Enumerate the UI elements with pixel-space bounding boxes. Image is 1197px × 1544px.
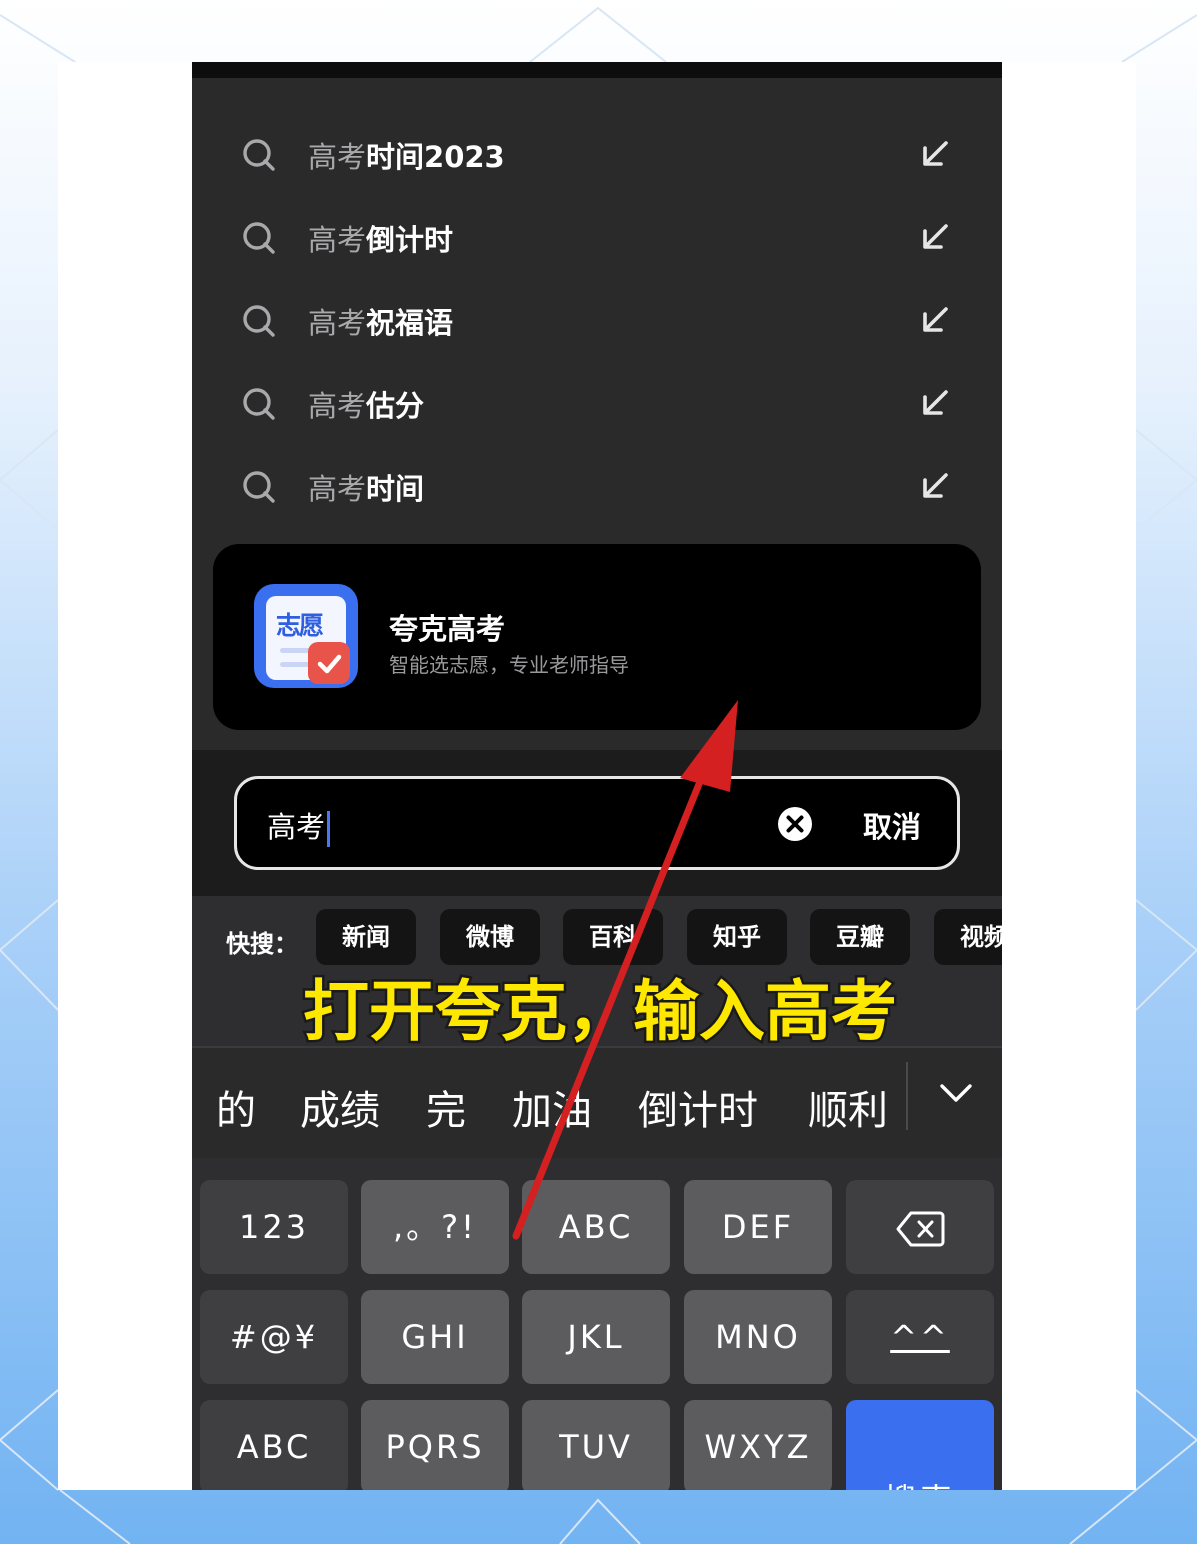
tutorial-caption: 打开夸克，输入高考	[301, 971, 900, 1053]
key-punctuation[interactable]: ,。?!	[361, 1180, 509, 1274]
key-abc[interactable]: ABC	[522, 1180, 670, 1274]
quick-chip-weibo[interactable]: 微博	[440, 909, 540, 965]
key-symbols[interactable]: #@¥	[200, 1290, 348, 1384]
suggestion-item[interactable]: 高考时间	[192, 452, 1002, 528]
cancel-button[interactable]: 取消	[863, 804, 921, 846]
app-icon-line	[280, 662, 310, 667]
candidate-word[interactable]: 顺利	[808, 1078, 888, 1136]
search-icon	[243, 471, 275, 503]
divider	[906, 1062, 908, 1130]
fill-arrow-icon[interactable]	[920, 388, 950, 418]
key-abc-mode[interactable]: ABC	[200, 1400, 348, 1490]
candidate-word[interactable]: 成绩	[300, 1078, 380, 1136]
suggestion-text: 高考时间	[308, 472, 425, 506]
quick-chip-video[interactable]: 视频	[934, 909, 1002, 965]
suggestion-item[interactable]: 高考祝福语	[192, 286, 1002, 362]
candidate-bar: 的 成绩 完 加油 倒计时 顺利	[192, 1046, 1002, 1158]
key-123[interactable]: 123	[200, 1180, 348, 1274]
quick-chip-baike[interactable]: 百科	[563, 909, 663, 965]
text-caret	[327, 811, 331, 847]
app-icon: 志愿	[254, 584, 358, 688]
candidate-word[interactable]: 倒计时	[638, 1078, 758, 1136]
fill-arrow-icon[interactable]	[920, 139, 950, 169]
status-bar	[192, 62, 1002, 78]
fill-arrow-icon[interactable]	[920, 471, 950, 501]
search-icon	[243, 305, 275, 337]
app-title: 夸克高考	[389, 612, 506, 646]
fill-arrow-icon[interactable]	[920, 222, 950, 252]
suggestion-item[interactable]: 高考倒计时	[192, 203, 1002, 279]
app-card-quark-gaokao[interactable]: 志愿 夸克高考 智能选志愿，专业老师指导	[213, 544, 981, 730]
search-icon	[243, 222, 275, 254]
fill-arrow-icon[interactable]	[920, 305, 950, 335]
backspace-key[interactable]	[846, 1180, 994, 1274]
search-bar-area: 高考 取消	[192, 750, 1002, 896]
search-key[interactable]: 搜索	[846, 1400, 994, 1490]
suggestion-text: 高考祝福语	[308, 306, 454, 340]
phone-screen: 高考时间2023 高考倒计时 高考祝福语 高考估分 高考时间 志愿 夸克高考 智…	[192, 62, 1002, 1490]
suggestion-item[interactable]: 高考时间2023	[192, 120, 1002, 196]
candidate-word[interactable]: 加油	[512, 1078, 592, 1136]
candidate-word[interactable]: 完	[426, 1078, 466, 1136]
quick-search-label: 快搜：	[226, 930, 298, 958]
backspace-icon	[896, 1211, 945, 1247]
quick-chip-news[interactable]: 新闻	[316, 909, 416, 965]
candidate-word[interactable]: 的	[216, 1078, 256, 1136]
search-input[interactable]: 高考 取消	[234, 776, 960, 870]
suggestion-item[interactable]: 高考估分	[192, 369, 1002, 445]
suggestion-text: 高考估分	[308, 389, 425, 423]
app-subtitle: 智能选志愿，专业老师指导	[389, 653, 629, 677]
key-ghi[interactable]: GHI	[361, 1290, 509, 1384]
search-icon	[243, 388, 275, 420]
key-jkl[interactable]: JKL	[522, 1290, 670, 1384]
chevron-down-icon[interactable]	[938, 1080, 974, 1106]
quick-chip-zhihu[interactable]: 知乎	[687, 909, 787, 965]
key-pqrs[interactable]: PQRS	[361, 1400, 509, 1490]
app-icon-text: 志愿	[276, 611, 324, 640]
quick-chip-douban[interactable]: 豆瓣	[810, 909, 910, 965]
suggestion-text: 高考时间2023	[308, 140, 505, 174]
search-icon	[243, 139, 275, 171]
key-emoticon[interactable]: ^^	[846, 1290, 994, 1384]
clear-icon[interactable]	[777, 806, 813, 842]
key-mno[interactable]: MNO	[684, 1290, 832, 1384]
key-def[interactable]: DEF	[684, 1180, 832, 1274]
search-query: 高考	[267, 804, 331, 847]
check-icon	[308, 642, 350, 684]
key-tuv[interactable]: TUV	[522, 1400, 670, 1490]
suggestion-text: 高考倒计时	[308, 223, 454, 257]
key-wxyz[interactable]: WXYZ	[684, 1400, 832, 1490]
